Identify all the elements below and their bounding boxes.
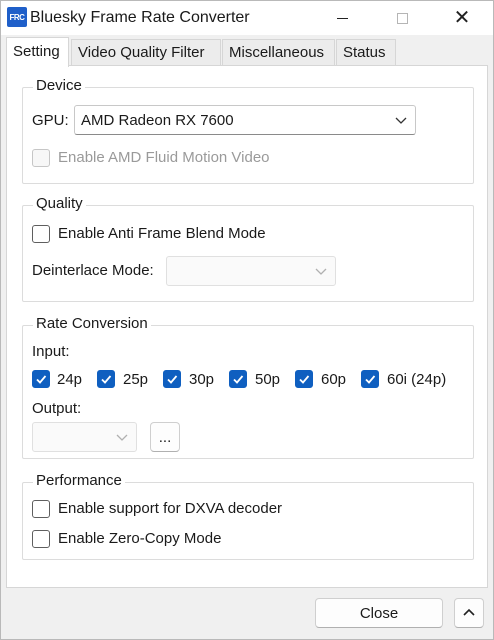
app-window: FRC Bluesky Frame Rate Converter ✕ Setti… (0, 0, 494, 640)
tab-status[interactable]: Status (336, 39, 396, 66)
input-60i-label: 60i (24p) (387, 371, 447, 388)
checkmark-icon (36, 375, 47, 384)
chevron-up-icon (463, 608, 475, 616)
title-bar[interactable]: FRC Bluesky Frame Rate Converter ✕ (1, 1, 493, 35)
output-select[interactable] (32, 422, 137, 452)
dxva-checkbox[interactable] (32, 500, 50, 518)
checkmark-icon (233, 375, 244, 384)
tab-setting[interactable]: Setting (6, 37, 69, 67)
device-group: Device GPU: AMD Radeon RX 7600 Enable AM… (22, 77, 474, 184)
gpu-label: GPU: (32, 112, 69, 129)
chevron-down-icon (395, 117, 407, 124)
tab-video-quality-filter[interactable]: Video Quality Filter (71, 39, 221, 66)
minimize-icon (336, 17, 348, 19)
chevron-down-icon (116, 434, 128, 441)
input-50p-label: 50p (255, 371, 281, 388)
deinterlace-label: Deinterlace Mode: (32, 262, 154, 279)
performance-group-title: Performance (33, 472, 125, 489)
expand-button[interactable] (454, 598, 484, 628)
zero-copy-checkbox[interactable] (32, 530, 50, 548)
zero-copy-label: Enable Zero-Copy Mode (58, 530, 222, 547)
gpu-select-value: AMD Radeon RX 7600 (81, 112, 234, 129)
rate-conversion-group: Rate Conversion Input: 24p 25p 30p 50p 6… (22, 315, 474, 459)
tab-bar: Setting Video Quality Filter Miscellaneo… (6, 37, 488, 67)
app-icon: FRC (7, 7, 27, 27)
tab-miscellaneous[interactable]: Miscellaneous (222, 39, 335, 66)
checkmark-icon (167, 375, 178, 384)
input-50p-checkbox[interactable] (229, 370, 247, 388)
quality-group: Quality Enable Anti Frame Blend Mode Dei… (22, 195, 474, 302)
output-more-button[interactable]: ... (150, 422, 180, 452)
checkmark-icon (101, 375, 112, 384)
chevron-down-icon (315, 268, 327, 275)
setting-panel: Device GPU: AMD Radeon RX 7600 Enable AM… (6, 65, 488, 588)
dxva-label: Enable support for DXVA decoder (58, 500, 283, 517)
input-label: Input: (32, 343, 70, 360)
gpu-select[interactable]: AMD Radeon RX 7600 (74, 105, 416, 135)
deinterlace-select[interactable] (166, 256, 336, 286)
output-label: Output: (32, 400, 82, 417)
close-icon: ✕ (453, 7, 471, 29)
input-60p-checkbox[interactable] (295, 370, 313, 388)
fluid-motion-checkbox[interactable] (32, 149, 50, 167)
maximize-icon (396, 12, 408, 24)
anti-blend-label: Enable Anti Frame Blend Mode (58, 225, 266, 242)
device-group-title: Device (33, 77, 85, 94)
input-25p-label: 25p (123, 371, 149, 388)
checkmark-icon (365, 375, 376, 384)
quality-group-title: Quality (33, 195, 86, 212)
input-30p-label: 30p (189, 371, 215, 388)
input-60p-label: 60p (321, 371, 347, 388)
close-button[interactable]: Close (315, 598, 443, 628)
close-window-button[interactable]: ✕ (439, 1, 485, 35)
input-30p-checkbox[interactable] (163, 370, 181, 388)
maximize-button[interactable] (379, 1, 425, 35)
checkmark-icon (299, 375, 310, 384)
anti-blend-checkbox[interactable] (32, 225, 50, 243)
window-title: Bluesky Frame Rate Converter (30, 9, 250, 26)
input-24p-label: 24p (57, 371, 83, 388)
input-60i-checkbox[interactable] (361, 370, 379, 388)
performance-group: Performance Enable support for DXVA deco… (22, 472, 474, 560)
fluid-motion-label: Enable AMD Fluid Motion Video (58, 149, 270, 166)
rate-conversion-group-title: Rate Conversion (33, 315, 151, 332)
minimize-button[interactable] (319, 1, 365, 35)
input-25p-checkbox[interactable] (97, 370, 115, 388)
input-24p-checkbox[interactable] (32, 370, 50, 388)
